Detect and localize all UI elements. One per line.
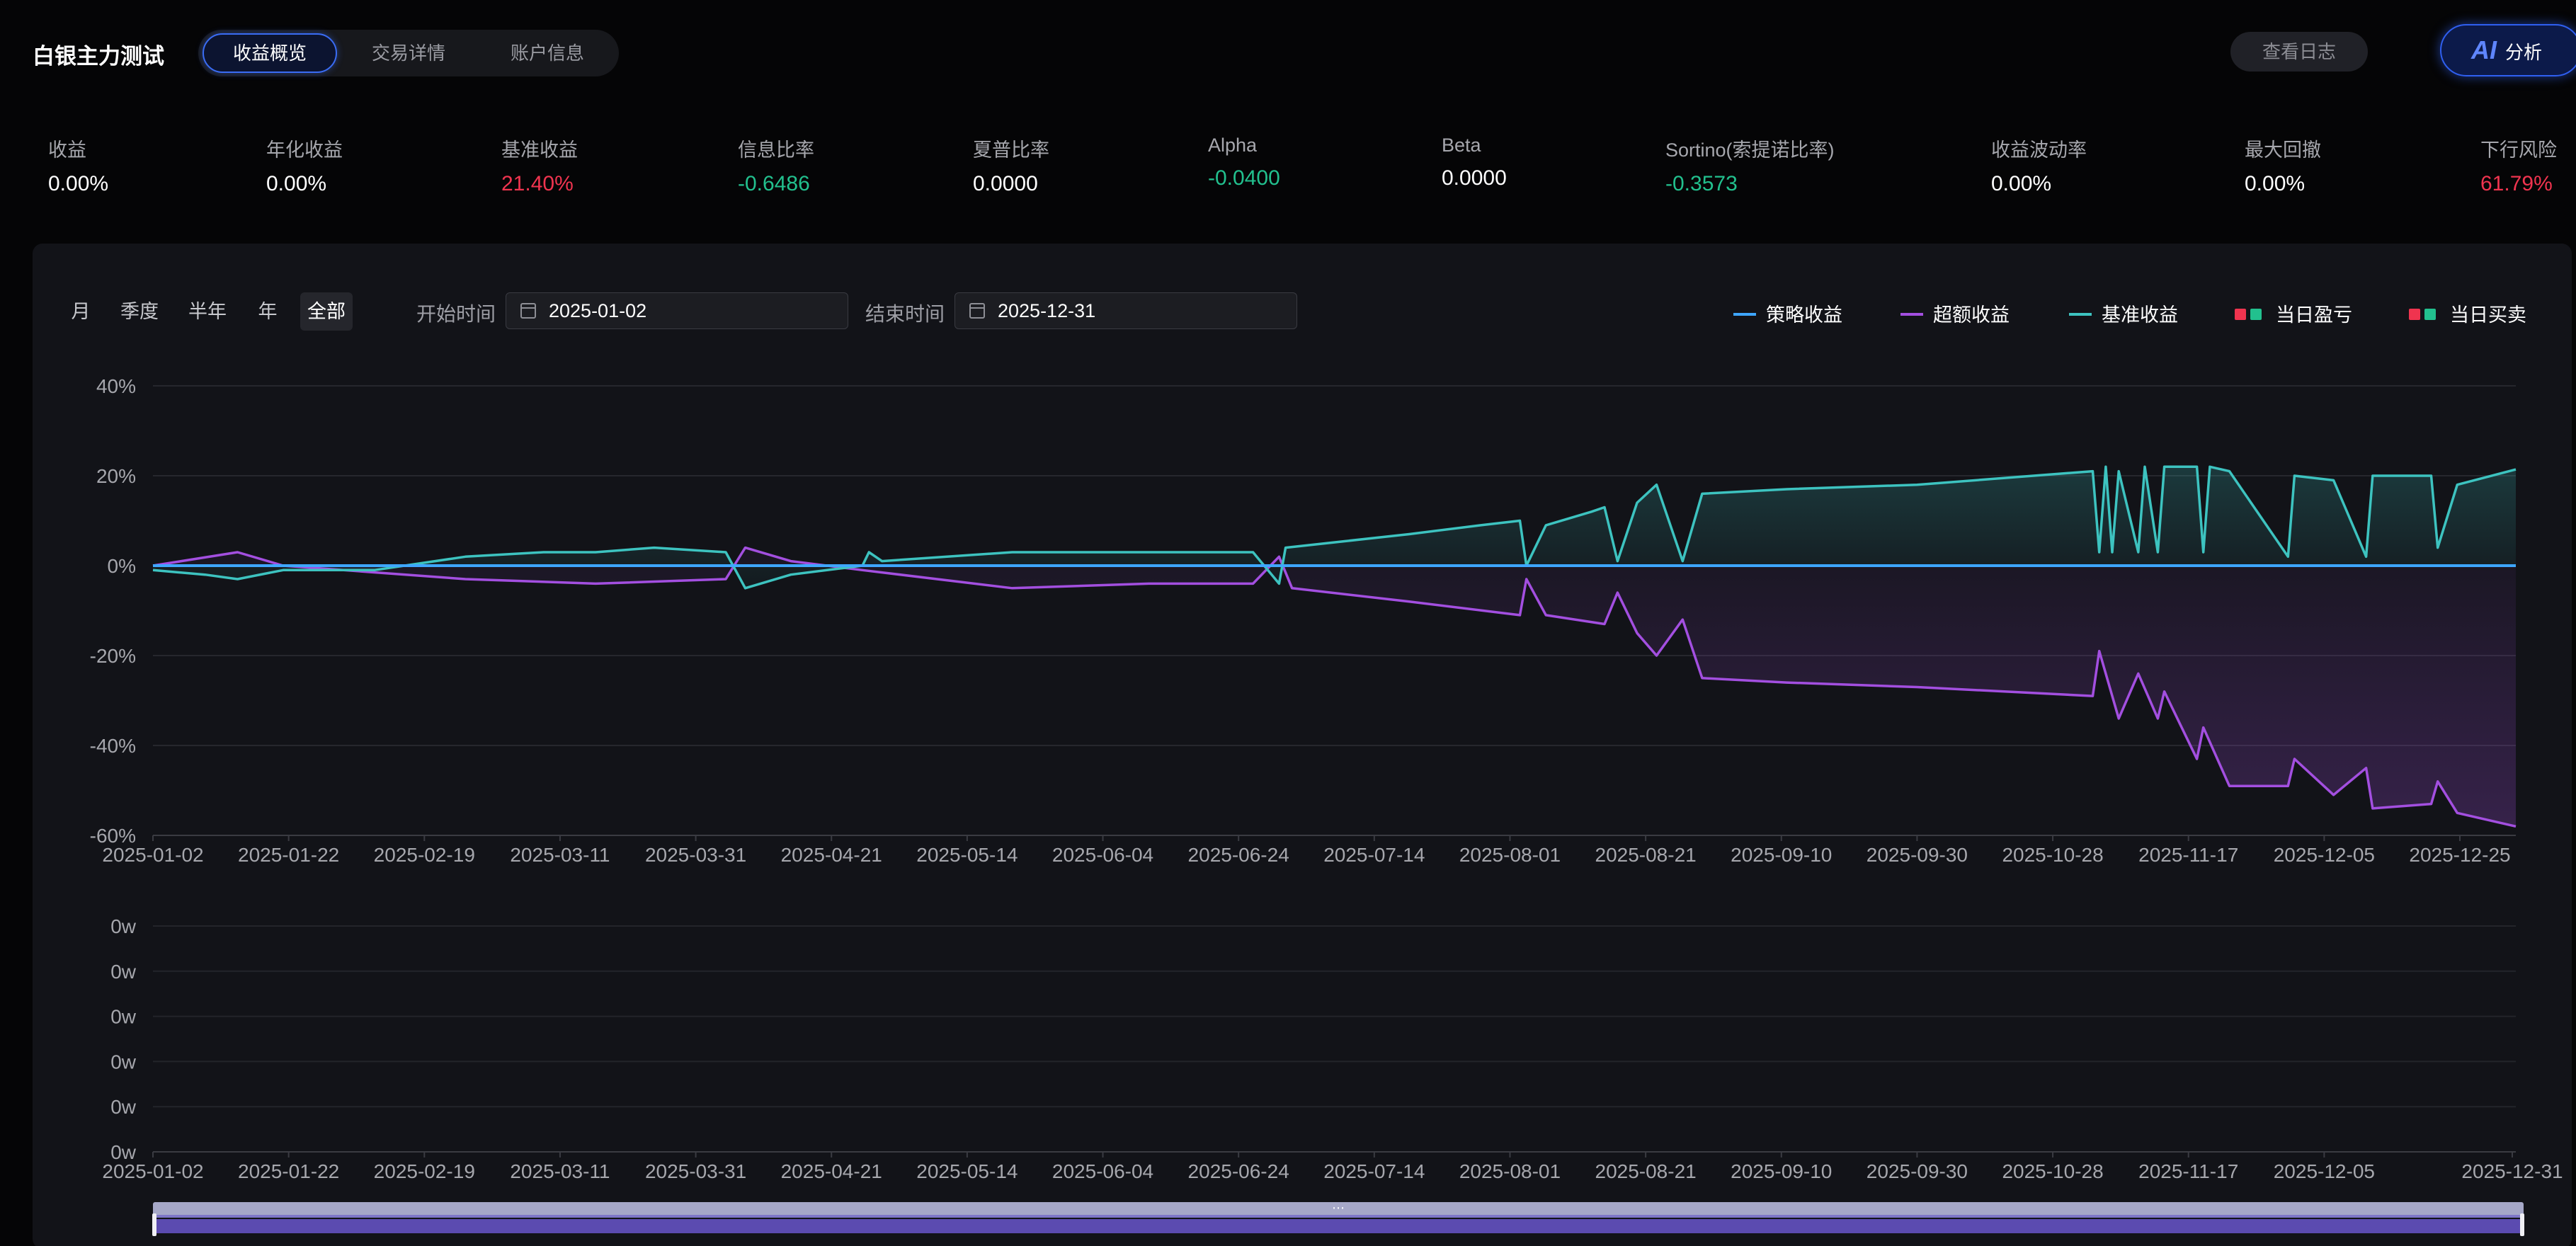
x-tick-label: 2025-06-24 — [1188, 1160, 1289, 1182]
x-tick-label: 2025-09-30 — [1867, 1160, 1968, 1182]
y-tick-label: 0w — [110, 1051, 137, 1073]
x-tick-label: 2025-06-24 — [1188, 844, 1289, 866]
y-tick-label: 0% — [108, 555, 136, 577]
x-tick-label: 2025-12-31 — [2461, 1160, 2563, 1182]
x-tick-label: 2025-08-01 — [1459, 1160, 1561, 1182]
y-tick-label: 0w — [110, 1006, 137, 1028]
x-tick-label: 2025-01-22 — [238, 844, 339, 866]
x-tick-label: 2025-03-11 — [510, 1160, 610, 1182]
x-tick-label: 2025-12-25 — [2409, 844, 2510, 866]
x-tick-label: 2025-05-14 — [916, 1160, 1018, 1182]
y-tick-label: 0w — [110, 961, 137, 983]
x-tick-label: 2025-09-10 — [1731, 844, 1832, 866]
x-tick-label: 2025-03-11 — [510, 844, 610, 866]
x-tick-label: 2025-05-14 — [916, 844, 1018, 866]
y-tick-label: 20% — [96, 465, 136, 487]
slider-left-handle[interactable] — [152, 1213, 156, 1236]
x-tick-label: 2025-01-22 — [238, 1160, 339, 1182]
x-tick-label: 2025-10-28 — [2002, 844, 2103, 866]
x-tick-label: 2025-07-14 — [1323, 844, 1425, 866]
slider-divider — [153, 1215, 2524, 1218]
x-tick-label: 2025-11-17 — [2138, 1160, 2238, 1182]
x-tick-label: 2025-07-14 — [1323, 1160, 1425, 1182]
x-tick-label: 2025-03-31 — [645, 844, 746, 866]
x-tick-label: 2025-08-21 — [1595, 844, 1697, 866]
x-tick-label: 2025-03-31 — [645, 1160, 746, 1182]
x-tick-label: 2025-09-10 — [1731, 1160, 1832, 1182]
slider-selection[interactable] — [154, 1219, 2522, 1233]
x-tick-label: 2025-01-02 — [102, 1160, 203, 1182]
x-tick-label: 2025-12-05 — [2274, 844, 2375, 866]
x-tick-label: 2025-08-21 — [1595, 1160, 1697, 1182]
x-tick-label: 2025-04-21 — [781, 1160, 882, 1182]
slider-grip-icon[interactable]: ⋯ — [1332, 1201, 1345, 1215]
series-area — [153, 547, 2516, 827]
x-tick-label: 2025-12-05 — [2274, 1160, 2375, 1182]
x-tick-label: 2025-01-02 — [102, 844, 203, 866]
returns-chart: 40%20%0%-20%-40%-60% 2025-01-02 2025-01-2… — [90, 375, 2563, 1236]
y-tick-label: 40% — [96, 375, 136, 397]
y-tick-label: 0w — [110, 1096, 137, 1118]
x-tick-label: 2025-09-30 — [1867, 844, 1968, 866]
zoom-slider[interactable]: ⋯ — [152, 1201, 2524, 1236]
x-tick-label: 2025-04-21 — [781, 844, 882, 866]
y-tick-label: 0w — [110, 915, 137, 937]
x-tick-label: 2025-11-17 — [2138, 844, 2238, 866]
y-tick-label: -20% — [90, 645, 136, 667]
x-tick-label: 2025-08-01 — [1459, 844, 1561, 866]
x-tick-label: 2025-06-04 — [1052, 1160, 1153, 1182]
x-tick-label: 2025-02-19 — [374, 844, 475, 866]
x-tick-label: 2025-06-04 — [1052, 844, 1153, 866]
y-tick-label: -40% — [90, 735, 136, 757]
x-tick-label: 2025-02-19 — [374, 1160, 475, 1182]
slider-right-handle[interactable] — [2520, 1213, 2524, 1236]
x-tick-label: 2025-10-28 — [2002, 1160, 2103, 1182]
